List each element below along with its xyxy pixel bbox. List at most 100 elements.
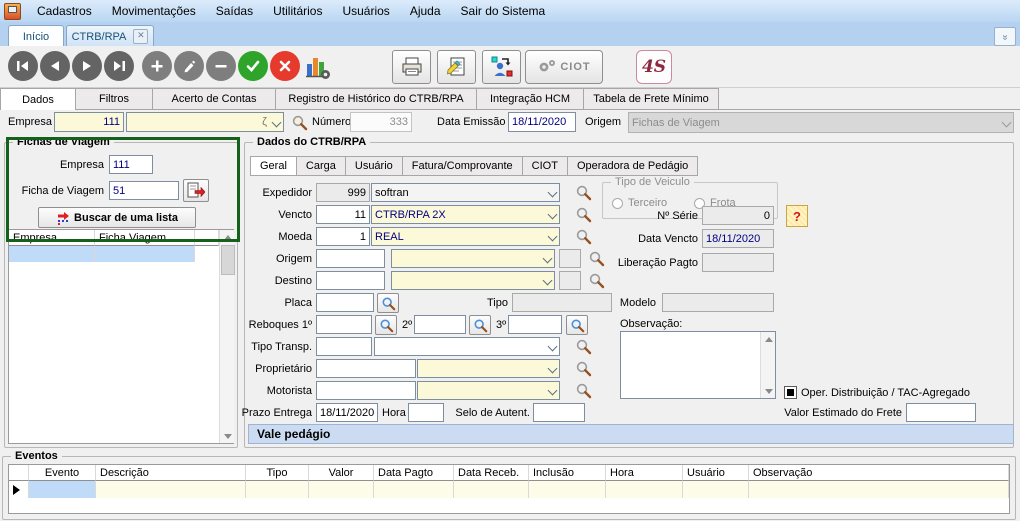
moeda-code-input[interactable]: 1 [316, 227, 370, 246]
observacao-scrollbar[interactable] [760, 332, 775, 398]
selo-input[interactable] [533, 403, 585, 422]
moeda-combo[interactable]: REAL [371, 227, 560, 246]
reboque1-search-button[interactable] [375, 315, 397, 335]
vencto-code-input[interactable]: 11 [316, 205, 370, 224]
tab-carga[interactable]: Carga [297, 156, 346, 175]
fichas-col-empresa[interactable]: Empresa [9, 230, 95, 246]
first-record-button[interactable] [8, 51, 38, 81]
edit-record-button[interactable] [174, 51, 204, 81]
prazo-entrega-input[interactable]: 18/11/2020 [316, 403, 378, 422]
eventos-col[interactable]: Hora [606, 465, 683, 481]
origem-combo[interactable] [391, 249, 555, 268]
confirm-button[interactable] [238, 51, 268, 81]
tab-ctrb-rpa[interactable]: CTRB/RPA ✕ [66, 25, 154, 47]
observacao-textarea[interactable] [620, 331, 776, 399]
tab-integracao-hcm[interactable]: Integração HCM [477, 88, 584, 109]
menu-usuarios[interactable]: Usuários [332, 4, 399, 18]
tab-usuario[interactable]: Usuário [346, 156, 403, 175]
moeda-search-icon[interactable] [575, 228, 592, 245]
tipo-transp-combo[interactable] [374, 337, 560, 356]
eventos-cell[interactable] [96, 481, 246, 498]
fichas-row-cell[interactable] [95, 246, 195, 262]
scroll-down-icon[interactable] [761, 384, 776, 398]
menu-movimentacoes[interactable]: Movimentações [102, 4, 206, 18]
tab-tabela-frete[interactable]: Tabela de Frete Mínimo [584, 88, 719, 109]
tab-fatura[interactable]: Fatura/Comprovante [403, 156, 523, 175]
empresa-combo[interactable]: ζ [126, 112, 284, 132]
eventos-col[interactable]: Evento [29, 465, 96, 481]
tipo-transp-code-input[interactable] [316, 337, 372, 356]
nserie-input[interactable]: 0 [702, 206, 774, 225]
eventos-col[interactable]: Data Receb. [454, 465, 529, 481]
eventos-col[interactable]: Inclusão [529, 465, 606, 481]
eventos-cell[interactable] [749, 481, 1009, 498]
eventos-cell[interactable] [29, 481, 96, 498]
scroll-down-icon[interactable] [220, 429, 235, 443]
tab-registro-historico[interactable]: Registro de Histórico do CTRB/RPA [276, 88, 477, 109]
reboque2-search-button[interactable] [469, 315, 491, 335]
eventos-cell[interactable] [606, 481, 683, 498]
ciot-button[interactable]: CIOT [525, 50, 603, 84]
expedidor-code-input[interactable]: 999 [316, 183, 370, 202]
transfer-user-button[interactable] [482, 50, 521, 84]
add-record-button[interactable] [142, 51, 172, 81]
valor-frete-input[interactable] [906, 403, 976, 422]
tipo-transp-search-icon[interactable] [575, 338, 592, 355]
reboque3-input[interactable] [508, 315, 562, 334]
last-record-button[interactable] [104, 51, 134, 81]
eventos-col[interactable]: Valor [309, 465, 374, 481]
motorista-combo[interactable] [417, 381, 560, 400]
eventos-cell[interactable] [454, 481, 529, 498]
tab-operadora[interactable]: Operadora de Pedágio [568, 156, 698, 175]
menu-sair[interactable]: Sair do Sistema [451, 4, 556, 18]
eventos-col[interactable]: Usuário [683, 465, 749, 481]
edit-document-button[interactable] [437, 50, 476, 84]
close-tab-icon[interactable]: ✕ [133, 29, 148, 44]
proprietario-code-input[interactable] [316, 359, 416, 378]
liberacao-input[interactable] [702, 253, 774, 272]
scroll-up-icon[interactable] [761, 332, 776, 346]
delete-record-button[interactable] [206, 51, 236, 81]
eventos-cell[interactable] [309, 481, 374, 498]
eventos-col[interactable]: Data Pagto [374, 465, 454, 481]
vale-pedagio-bar[interactable]: Vale pedágio [248, 424, 1014, 444]
fichas-empresa-input[interactable]: 111 [109, 155, 153, 174]
eventos-col[interactable]: Observação [749, 465, 1009, 481]
modelo-input[interactable] [662, 293, 774, 312]
menu-cadastros[interactable]: Cadastros [27, 4, 102, 18]
eventos-col[interactable]: Tipo [246, 465, 309, 481]
help-button[interactable]: ? [786, 205, 808, 227]
print-button[interactable] [392, 50, 431, 84]
search-icon[interactable] [291, 114, 308, 131]
fichas-grid-scrollbar[interactable] [219, 230, 234, 443]
numero-input[interactable]: 333 [350, 112, 412, 132]
destino-code-input[interactable] [316, 271, 385, 290]
ficha-viagem-input[interactable]: 51 [109, 181, 179, 200]
prev-record-button[interactable] [40, 51, 70, 81]
origem-search-icon[interactable] [588, 250, 605, 267]
tab-filtros[interactable]: Filtros [76, 88, 153, 109]
chart-settings-button[interactable] [305, 52, 331, 83]
vencto-combo[interactable]: CTRB/RPA 2X [371, 205, 560, 224]
menu-saidas[interactable]: Saídas [206, 4, 263, 18]
buscar-lista-button[interactable]: Buscar de uma lista [38, 207, 196, 228]
fichas-col-ficha[interactable]: Ficha Viagem [95, 230, 195, 246]
placa-input[interactable] [316, 293, 374, 312]
expedidor-search-icon[interactable] [575, 184, 592, 201]
motorista-search-icon[interactable] [575, 382, 592, 399]
origem-select[interactable]: Fichas de Viagem [628, 112, 1014, 133]
tab-list-button[interactable]: » [994, 27, 1016, 46]
data-emissao-input[interactable]: 18/11/2020 [508, 112, 576, 132]
eventos-cell[interactable] [374, 481, 454, 498]
oper-distribuicao-checkbox[interactable] [784, 386, 797, 399]
softran-logo-button[interactable]: 4S [636, 50, 672, 84]
tab-geral[interactable]: Geral [250, 156, 297, 175]
tab-inicio[interactable]: Início [8, 25, 64, 47]
eventos-cell[interactable] [246, 481, 309, 498]
destino-combo[interactable] [391, 271, 555, 290]
reboque2-input[interactable] [414, 315, 466, 334]
menu-utilitarios[interactable]: Utilitários [263, 4, 332, 18]
vencto-search-icon[interactable] [575, 206, 592, 223]
motorista-code-input[interactable] [316, 381, 416, 400]
scrollbar-thumb[interactable] [221, 245, 235, 275]
